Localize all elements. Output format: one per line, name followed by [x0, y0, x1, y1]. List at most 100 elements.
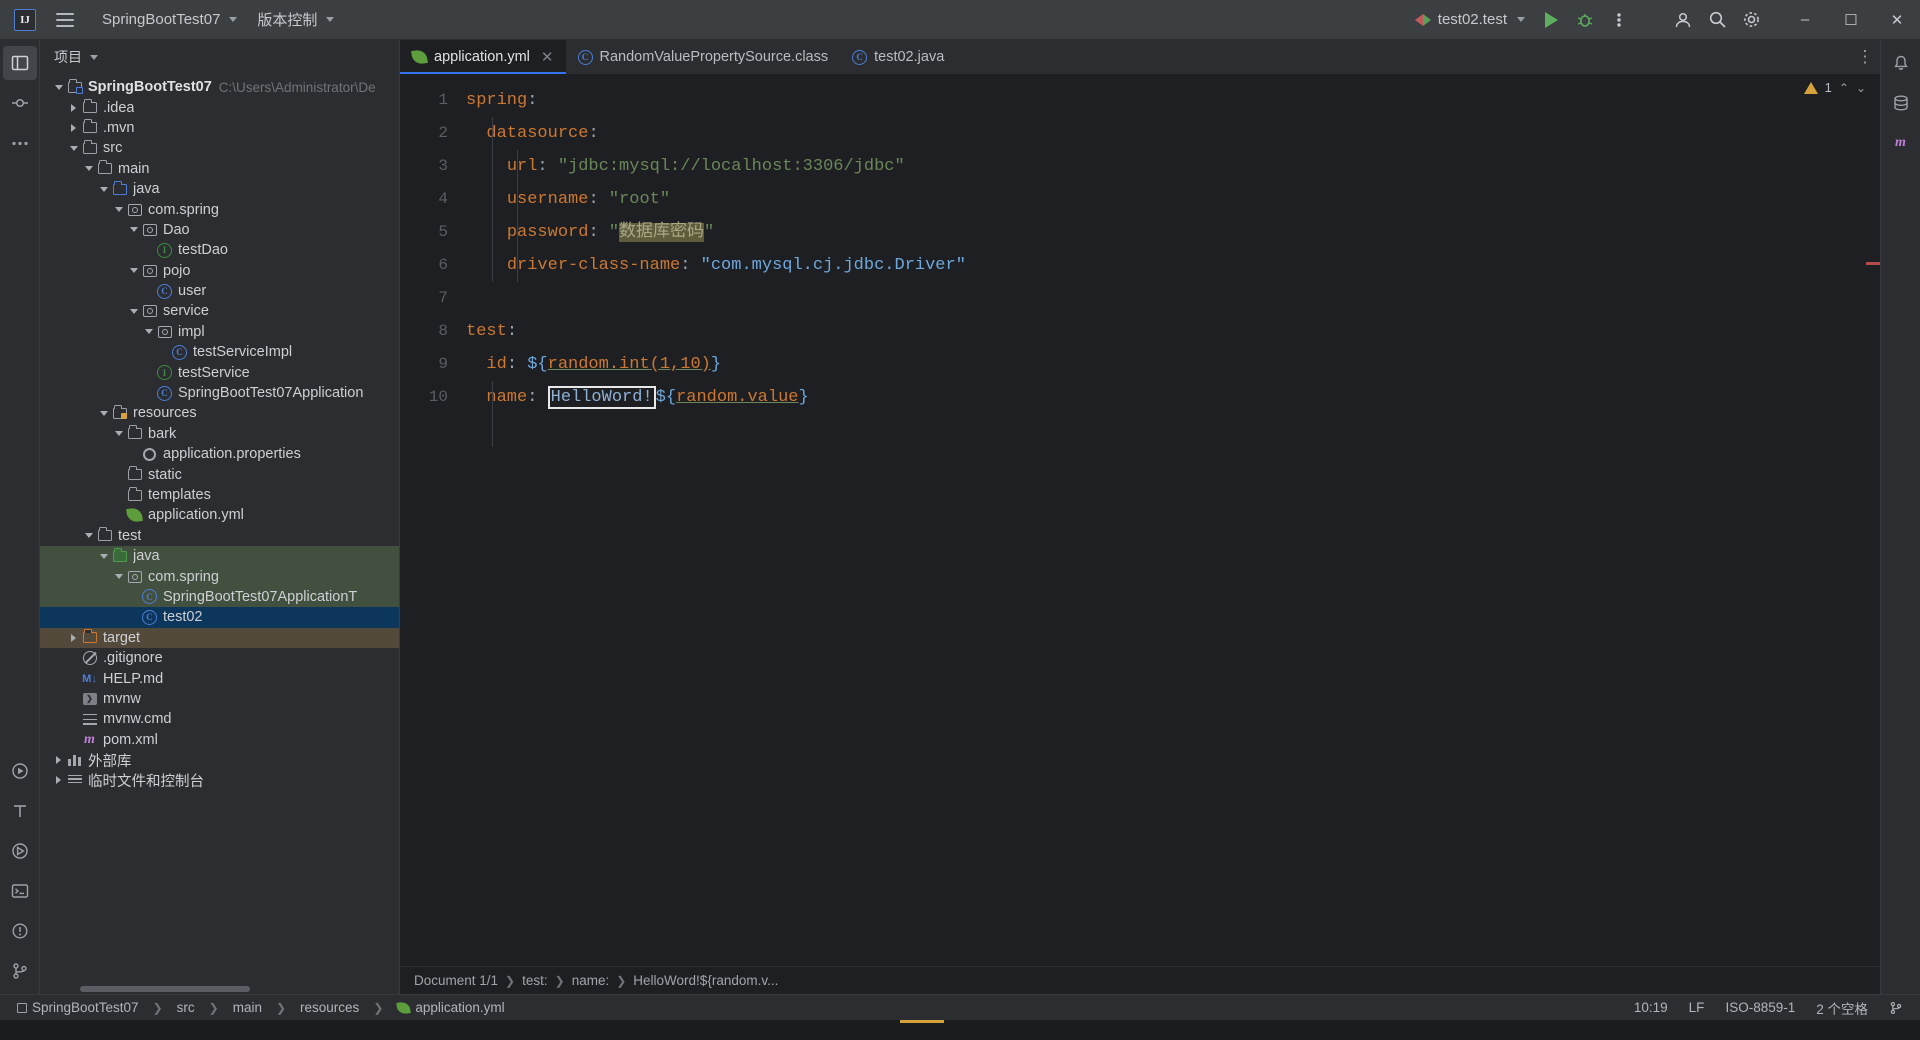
tree-item-mvnw[interactable]: ❯ mvnw	[40, 689, 399, 709]
status-crumb-resources[interactable]: resources	[293, 998, 366, 1017]
project-horizontal-scrollbar[interactable]	[40, 983, 399, 994]
tree-item-application-yml[interactable]: application.yml	[40, 505, 399, 525]
tree-item-java[interactable]: java	[40, 179, 399, 199]
code-editor[interactable]: 1 2 3 4 5 6 7 8 9 10 spring: datasource:…	[400, 74, 1880, 966]
expand-arrow-icon[interactable]	[67, 104, 80, 112]
minimize-button[interactable]: –	[1782, 0, 1828, 40]
tree-item-springboottest07application[interactable]: C SpringBootTest07Application	[40, 383, 399, 403]
collapse-arrow-icon[interactable]	[112, 207, 125, 212]
tree-item-gitignore[interactable]: .gitignore	[40, 648, 399, 668]
run-button[interactable]	[1534, 3, 1568, 37]
collapse-arrow-icon[interactable]	[127, 268, 140, 273]
tree-item-springboottest07[interactable]: SpringBootTest07 C:\Users\Administrator\D…	[40, 77, 399, 97]
expand-arrow-icon[interactable]	[52, 756, 65, 764]
line-separator[interactable]: LF	[1682, 998, 1712, 1017]
todo-tool-button[interactable]	[3, 794, 37, 828]
editor-tab-randomvaluepropertysource[interactable]: C RandomValuePropertySource.class	[566, 40, 841, 74]
tree-item-dao[interactable]: Dao	[40, 220, 399, 240]
editor-tab-test02[interactable]: C test02.java	[840, 40, 956, 74]
tree-item-main[interactable]: main	[40, 159, 399, 179]
tab-options-button[interactable]: ⋮	[1850, 40, 1880, 74]
tree-item-idea[interactable]: .idea	[40, 97, 399, 117]
more-tool-windows-button[interactable]	[3, 126, 37, 160]
tree-item-[interactable]: 外部库	[40, 750, 399, 770]
collapse-arrow-icon[interactable]	[127, 227, 140, 232]
expand-arrow-icon[interactable]	[67, 124, 80, 132]
error-stripe-marker[interactable]	[1866, 262, 1880, 265]
terminal-tool-button[interactable]	[3, 874, 37, 908]
version-control-tool-button[interactable]	[3, 954, 37, 988]
account-button[interactable]	[1666, 3, 1700, 37]
breadcrumb-name[interactable]: name:	[572, 973, 610, 988]
tree-item-com-spring[interactable]: com.spring	[40, 199, 399, 219]
collapse-arrow-icon[interactable]	[127, 309, 140, 314]
tree-item-mvn[interactable]: .mvn	[40, 118, 399, 138]
project-name-button[interactable]: SpringBootTest07	[92, 6, 247, 34]
tree-item-templates[interactable]: templates	[40, 485, 399, 505]
editor-tab-application-yml[interactable]: application.yml ✕	[400, 40, 566, 74]
run-configuration-selector[interactable]: test02.test	[1406, 8, 1534, 31]
services-tool-button[interactable]	[3, 834, 37, 868]
tree-item-pojo[interactable]: pojo	[40, 261, 399, 281]
expand-arrow-icon[interactable]	[52, 776, 65, 784]
code-text-area[interactable]: spring: datasource: url: "jdbc:mysql://l…	[462, 74, 1880, 966]
file-encoding[interactable]: ISO-8859-1	[1718, 998, 1802, 1017]
collapse-arrow-icon[interactable]	[112, 574, 125, 579]
collapse-arrow-icon[interactable]	[97, 411, 110, 416]
debug-button[interactable]	[1568, 3, 1602, 37]
tree-item-test02[interactable]: Ctest02	[40, 607, 399, 628]
caret-position[interactable]: 10:19	[1627, 998, 1675, 1017]
project-tree[interactable]: SpringBootTest07 C:\Users\Administrator\D…	[40, 74, 399, 983]
notifications-button[interactable]	[1884, 46, 1918, 80]
close-button[interactable]: ✕	[1874, 0, 1920, 40]
tree-item-java[interactable]: java	[40, 545, 399, 567]
tree-item-com-spring[interactable]: com.spring	[40, 566, 399, 587]
tree-item-application-properties[interactable]: application.properties	[40, 444, 399, 464]
tree-item-test[interactable]: test	[40, 526, 399, 546]
breadcrumb-value[interactable]: HelloWord!${random.v...	[633, 973, 778, 988]
prev-problem-icon[interactable]: ⌃	[1839, 81, 1849, 95]
tree-item-src[interactable]: src	[40, 138, 399, 158]
project-tool-button[interactable]	[2, 46, 37, 80]
more-actions-button[interactable]	[1602, 3, 1636, 37]
inspection-widget[interactable]: 1 ⌃ ⌄	[1803, 80, 1866, 95]
collapse-arrow-icon[interactable]	[142, 329, 155, 334]
collapse-arrow-icon[interactable]	[67, 146, 80, 151]
tree-item-service[interactable]: service	[40, 301, 399, 321]
tree-item-impl[interactable]: impl	[40, 322, 399, 342]
tree-item-static[interactable]: static	[40, 464, 399, 484]
maven-button[interactable]: m	[1884, 126, 1918, 160]
status-project-name[interactable]: SpringBootTest07	[10, 998, 146, 1017]
next-problem-icon[interactable]: ⌄	[1856, 81, 1866, 95]
commit-tool-button[interactable]	[3, 86, 37, 120]
status-crumb-src[interactable]: src	[170, 998, 202, 1017]
problems-tool-button[interactable]	[3, 914, 37, 948]
collapse-arrow-icon[interactable]	[97, 554, 110, 559]
expand-arrow-icon[interactable]	[67, 634, 80, 642]
tree-item-testservice[interactable]: ItestService	[40, 362, 399, 382]
close-tab-icon[interactable]: ✕	[541, 48, 554, 66]
collapse-arrow-icon[interactable]	[52, 85, 65, 90]
run-tool-button[interactable]	[3, 754, 37, 788]
breadcrumb-test[interactable]: test:	[522, 973, 548, 988]
collapse-arrow-icon[interactable]	[97, 187, 110, 192]
collapse-arrow-icon[interactable]	[112, 431, 125, 436]
vcs-button[interactable]: 版本控制	[247, 6, 344, 34]
tree-item-target[interactable]: target	[40, 627, 399, 648]
tree-item-testserviceimpl[interactable]: CtestServiceImpl	[40, 342, 399, 362]
git-branch-button[interactable]	[1882, 999, 1910, 1017]
tree-item-pom-xml[interactable]: m pom.xml	[40, 730, 399, 750]
tree-item-springboottest07applicationt[interactable]: C SpringBootTest07ApplicationT	[40, 586, 399, 608]
maximize-button[interactable]: ☐	[1828, 0, 1874, 40]
tree-item-[interactable]: 临时文件和控制台	[40, 770, 399, 790]
status-file-name[interactable]: application.yml	[390, 998, 511, 1017]
tree-item-bark[interactable]: bark	[40, 424, 399, 444]
tree-item-testdao[interactable]: ItestDao	[40, 240, 399, 260]
tree-item-user[interactable]: Cuser	[40, 281, 399, 301]
indent-setting[interactable]: 2 个空格	[1809, 996, 1875, 1020]
tree-item-resources[interactable]: resources	[40, 403, 399, 423]
collapse-arrow-icon[interactable]	[82, 533, 95, 538]
tree-item-help-md[interactable]: M↓ HELP.md	[40, 668, 399, 688]
tree-item-mvnw-cmd[interactable]: mvnw.cmd	[40, 709, 399, 729]
breadcrumb-document[interactable]: Document 1/1	[414, 973, 498, 988]
